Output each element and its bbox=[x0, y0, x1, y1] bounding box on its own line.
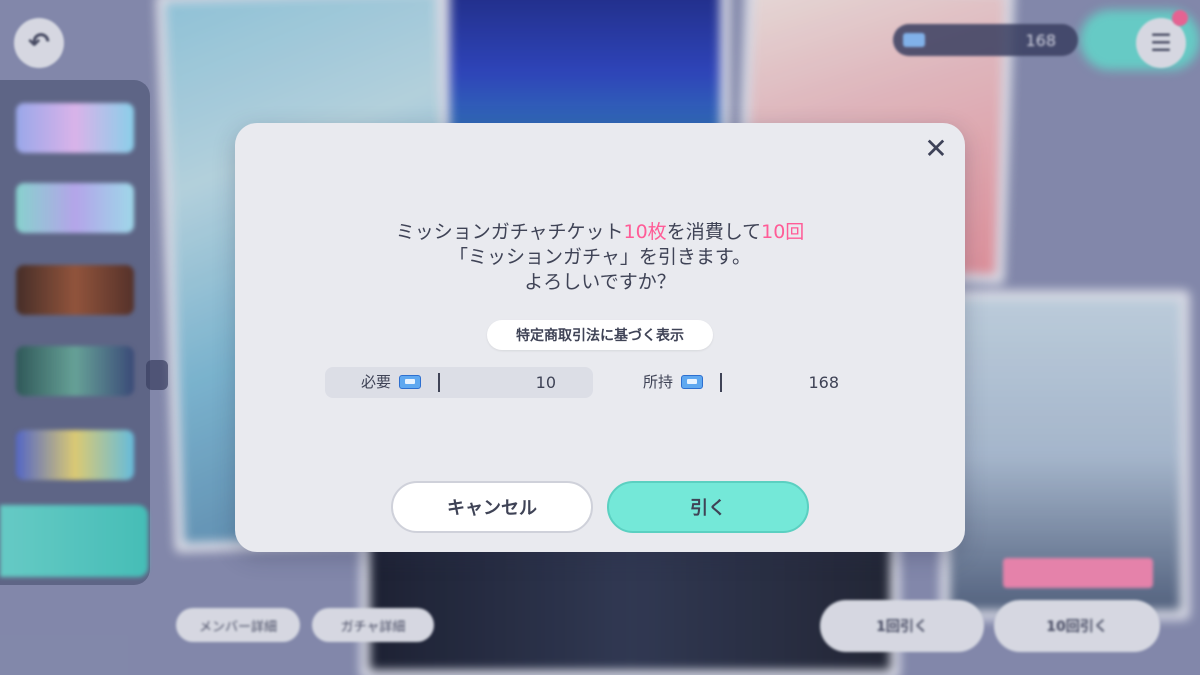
gacha-confirm-dialog: ✕ ミッションガチャチケット10枚を消費して10回 「ミッションガチャ」を引きま… bbox=[235, 123, 965, 552]
ticket-icon bbox=[681, 375, 703, 389]
owned-label: 所持 bbox=[643, 373, 674, 391]
message-line-2: 「ミッションガチャ」を引きます。 bbox=[449, 246, 751, 268]
message-text: を消費して bbox=[666, 221, 762, 243]
divider bbox=[438, 373, 440, 392]
owned-value: 168 bbox=[808, 373, 839, 392]
message-line-1: ミッションガチャチケット10枚を消費して10回 bbox=[235, 220, 965, 245]
owned-count-row: 所持 168 bbox=[643, 367, 863, 398]
required-cost-row: 必要 10 bbox=[325, 367, 593, 398]
confirm-draw-button[interactable]: 引く bbox=[607, 481, 809, 533]
close-icon: ✕ bbox=[924, 131, 948, 165]
legal-notice-button[interactable]: 特定商取引法に基づく表示 bbox=[487, 320, 713, 350]
ticket-icon bbox=[399, 375, 421, 389]
cancel-label: キャンセル bbox=[447, 498, 537, 519]
ticket-count-highlight: 10枚 bbox=[623, 221, 667, 243]
draw-count-highlight: 10回 bbox=[761, 221, 805, 243]
confirm-draw-label: 引く bbox=[690, 498, 726, 519]
required-value: 10 bbox=[535, 373, 556, 392]
confirm-message: ミッションガチャチケット10枚を消費して10回 「ミッションガチャ」を引きます。… bbox=[235, 220, 965, 295]
legal-notice-label: 特定商取引法に基づく表示 bbox=[516, 328, 684, 344]
message-text: ミッションガチャチケット bbox=[395, 221, 624, 243]
message-line-3: よろしいですか？ bbox=[524, 271, 676, 293]
close-button[interactable]: ✕ bbox=[919, 131, 953, 165]
cancel-button[interactable]: キャンセル bbox=[391, 481, 593, 533]
required-label: 必要 bbox=[361, 373, 392, 391]
divider bbox=[720, 373, 722, 392]
